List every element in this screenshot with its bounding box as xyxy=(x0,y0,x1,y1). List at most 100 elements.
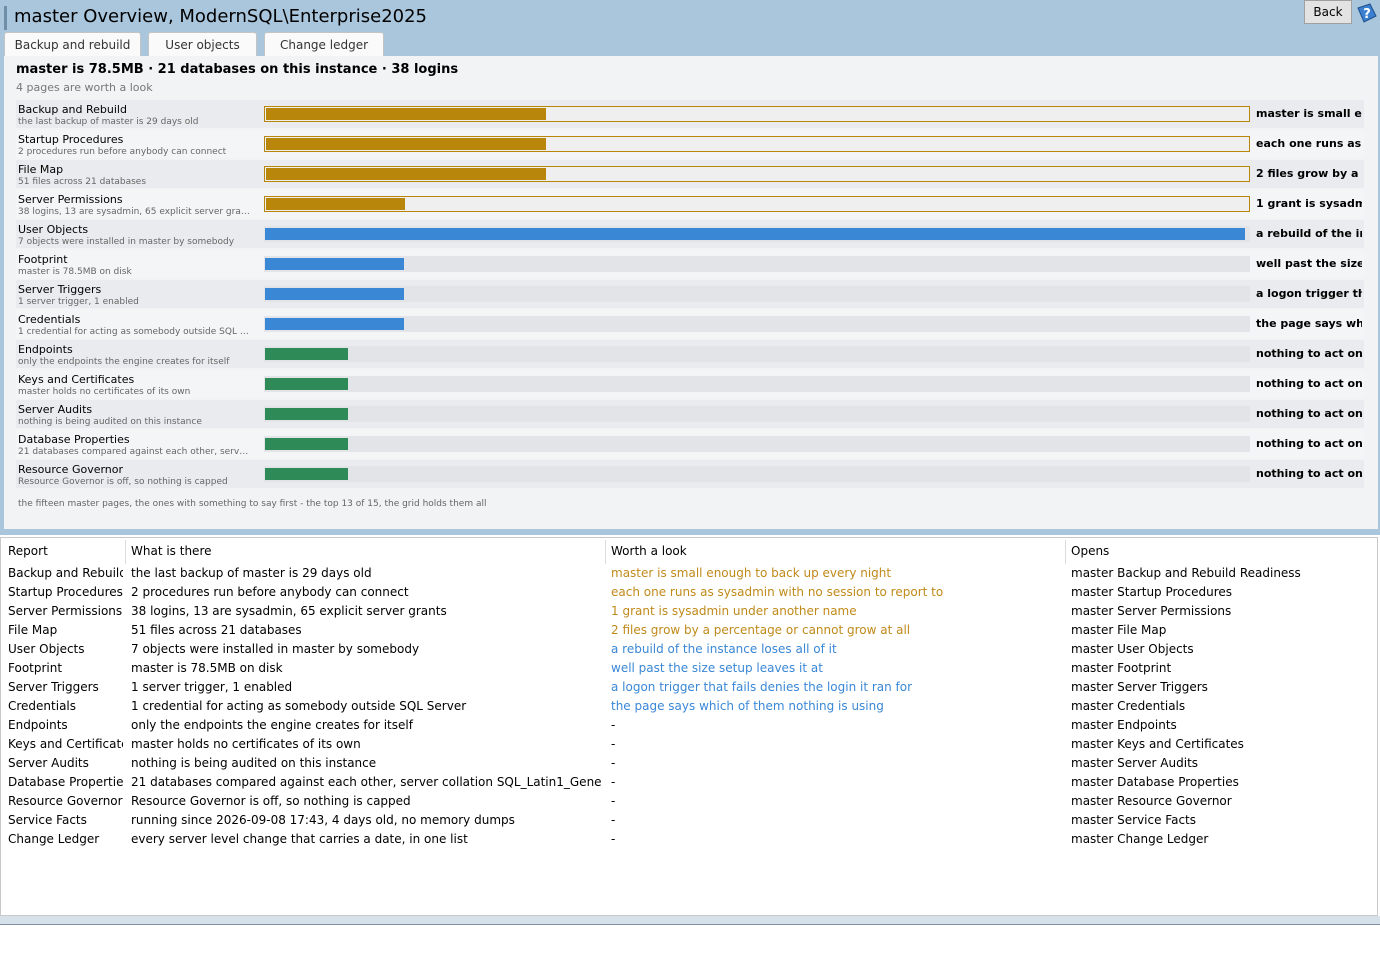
grid-cell-what: running since 2026-09-08 17:43, 4 days o… xyxy=(131,813,515,827)
bar-row[interactable]: Database Properties 21 databases compared… xyxy=(16,430,1364,458)
table-row[interactable]: Backup and Rebuild the last backup of mas… xyxy=(1,566,1377,585)
bar-row[interactable]: Footprint master is 78.5MB on disk well pa… xyxy=(16,250,1364,278)
title-accent xyxy=(4,6,7,30)
grid-cell-opens: master Startup Procedures xyxy=(1071,585,1233,599)
grid-cell-report: Startup Procedures xyxy=(8,585,123,599)
grid-cell-report: File Map xyxy=(8,623,58,637)
bar-track xyxy=(264,406,1250,422)
bar-fill xyxy=(265,288,404,300)
bar-row-detail: master holds no certificates of its own xyxy=(18,387,191,397)
grid-cell-opens: master Database Properties xyxy=(1071,775,1239,789)
bar-track xyxy=(264,226,1250,242)
grid-cell-worth: each one runs as sysadmin with no sessio… xyxy=(611,585,944,599)
table-row[interactable]: Startup Procedures 2 procedures run befor… xyxy=(1,585,1377,604)
table-row[interactable]: User Objects 7 objects were installed in … xyxy=(1,642,1377,661)
bar-row-note: a rebuild of the ins xyxy=(1256,227,1362,240)
grid-cell-opens: master Credentials xyxy=(1071,699,1186,713)
bar-row-detail: 1 credential for acting as somebody outs… xyxy=(18,327,250,337)
bar-fill xyxy=(265,438,348,450)
grid-cell-opens: master Server Triggers xyxy=(1071,680,1208,694)
grid-cell-opens: master Footprint xyxy=(1071,661,1172,675)
help-icon[interactable]: ? xyxy=(1354,2,1378,26)
grid-column-divider[interactable] xyxy=(125,540,126,564)
grid-header-worth[interactable]: Worth a look xyxy=(611,544,687,558)
table-row[interactable]: Service Facts running since 2026-09-08 17… xyxy=(1,813,1377,832)
bar-row-detail: the last backup of master is 29 days old xyxy=(18,117,199,127)
table-row[interactable]: Change Ledger every server level change t… xyxy=(1,832,1377,851)
bar-row[interactable]: Endpoints only the endpoints the engine c… xyxy=(16,340,1364,368)
grid-cell-worth: - xyxy=(611,718,616,732)
bar-row-name: Endpoints xyxy=(18,343,73,356)
table-row[interactable]: File Map 51 files across 21 databases 2 fi… xyxy=(1,623,1377,642)
bar-fill xyxy=(265,468,348,480)
grid-cell-worth: a rebuild of the instance loses all of i… xyxy=(611,642,837,656)
grid-column-divider[interactable] xyxy=(605,540,606,564)
tab-change-ledger[interactable]: Change ledger xyxy=(264,32,384,56)
table-row[interactable]: Footprint master is 78.5MB on disk well pa… xyxy=(1,661,1377,680)
grid-cell-what: Resource Governor is off, so nothing is … xyxy=(131,794,411,808)
grid-cell-opens: master Endpoints xyxy=(1071,718,1177,732)
table-row[interactable]: Server Permissions 38 logins, 13 are sysa… xyxy=(1,604,1377,623)
table-row[interactable]: Resource Governor Resource Governor is of… xyxy=(1,794,1377,813)
bar-fill xyxy=(265,408,348,420)
grid-header-what[interactable]: What is there xyxy=(131,544,212,558)
grid-cell-what: every server level change that carries a… xyxy=(131,832,468,846)
reports-grid[interactable]: Report What is there Worth a look Opens … xyxy=(0,537,1378,916)
bar-row-note: well past the size s xyxy=(1256,257,1362,270)
grid-cell-what: the last backup of master is 29 days old xyxy=(131,566,372,580)
grid-cell-opens: master Backup and Rebuild Readiness xyxy=(1071,566,1301,580)
table-row[interactable]: Endpoints only the endpoints the engine c… xyxy=(1,718,1377,737)
grid-cell-report: Endpoints xyxy=(8,718,68,732)
tab-backup-and-rebuild[interactable]: Backup and rebuild xyxy=(4,32,141,56)
grid-cell-opens: master Resource Governor xyxy=(1071,794,1232,808)
bar-row[interactable]: Credentials 1 credential for acting as so… xyxy=(16,310,1364,338)
bar-fill xyxy=(266,198,405,210)
grid-header-report[interactable]: Report xyxy=(8,544,48,558)
bar-track xyxy=(264,436,1250,452)
bar-row-detail: 1 server trigger, 1 enabled xyxy=(18,297,139,307)
bar-row-note: nothing to act on xyxy=(1256,437,1362,450)
bar-row-note: nothing to act on xyxy=(1256,377,1362,390)
bar-row[interactable]: File Map 51 files across 21 databases 2 fi… xyxy=(16,160,1364,188)
page-title: master Overview, ModernSQL\Enterprise202… xyxy=(14,6,428,27)
grid-cell-opens: master File Map xyxy=(1071,623,1167,637)
grid-header-opens[interactable]: Opens xyxy=(1071,544,1109,558)
bar-row-name: Server Permissions xyxy=(18,193,123,206)
bar-track xyxy=(264,196,1250,212)
grid-cell-worth: master is small enough to back up every … xyxy=(611,566,892,580)
grid-cell-opens: master Service Facts xyxy=(1071,813,1197,827)
bar-row-note: each one runs as sy xyxy=(1256,137,1362,150)
grid-column-divider[interactable] xyxy=(1065,540,1066,564)
back-button[interactable]: Back xyxy=(1304,0,1352,24)
bar-row[interactable]: Backup and Rebuild the last backup of mas… xyxy=(16,100,1364,128)
grid-cell-worth: 1 grant is sysadmin under another name xyxy=(611,604,857,618)
grid-cell-opens: master Server Permissions xyxy=(1071,604,1232,618)
grid-cell-report: Resource Governor xyxy=(8,794,123,808)
table-row[interactable]: Database Properties 21 databases compared… xyxy=(1,775,1377,794)
bar-track xyxy=(264,376,1250,392)
bar-row-note: nothing to act on xyxy=(1256,467,1362,480)
bar-fill xyxy=(265,258,404,270)
bar-row[interactable]: Startup Procedures 2 procedures run befor… xyxy=(16,130,1364,158)
bar-row[interactable]: Server Audits nothing is being audited on… xyxy=(16,400,1364,428)
grid-cell-what: 1 credential for acting as somebody outs… xyxy=(131,699,467,713)
table-row[interactable]: Server Triggers 1 server trigger, 1 enabl… xyxy=(1,680,1377,699)
tab-user-objects[interactable]: User objects xyxy=(148,32,257,56)
table-row[interactable]: Keys and Certificates master holds no cer… xyxy=(1,737,1377,756)
grid-cell-what: 7 objects were installed in master by so… xyxy=(131,642,420,656)
grid-cell-report: Footprint xyxy=(8,661,63,675)
bottom-divider xyxy=(0,924,1380,925)
bar-row[interactable]: Resource Governor Resource Governor is of… xyxy=(16,460,1364,488)
table-row[interactable]: Server Audits nothing is being audited on… xyxy=(1,756,1377,775)
bar-row[interactable]: Keys and Certificates master holds no cer… xyxy=(16,370,1364,398)
overview-panel: master is 78.5MB · 21 databases on this … xyxy=(4,56,1378,529)
bar-row[interactable]: Server Triggers 1 server trigger, 1 enabl… xyxy=(16,280,1364,308)
bar-row[interactable]: Server Permissions 38 logins, 13 are sysa… xyxy=(16,190,1364,218)
bar-row-note: the page says whic xyxy=(1256,317,1362,330)
grid-cell-report: Database Properties xyxy=(8,775,123,789)
table-row[interactable]: Credentials 1 credential for acting as so… xyxy=(1,699,1377,718)
bar-row[interactable]: User Objects 7 objects were installed in … xyxy=(16,220,1364,248)
bar-track xyxy=(264,136,1250,152)
bar-row-name: Startup Procedures xyxy=(18,133,124,146)
grid-cell-worth: the page says which of them nothing is u… xyxy=(611,699,884,713)
